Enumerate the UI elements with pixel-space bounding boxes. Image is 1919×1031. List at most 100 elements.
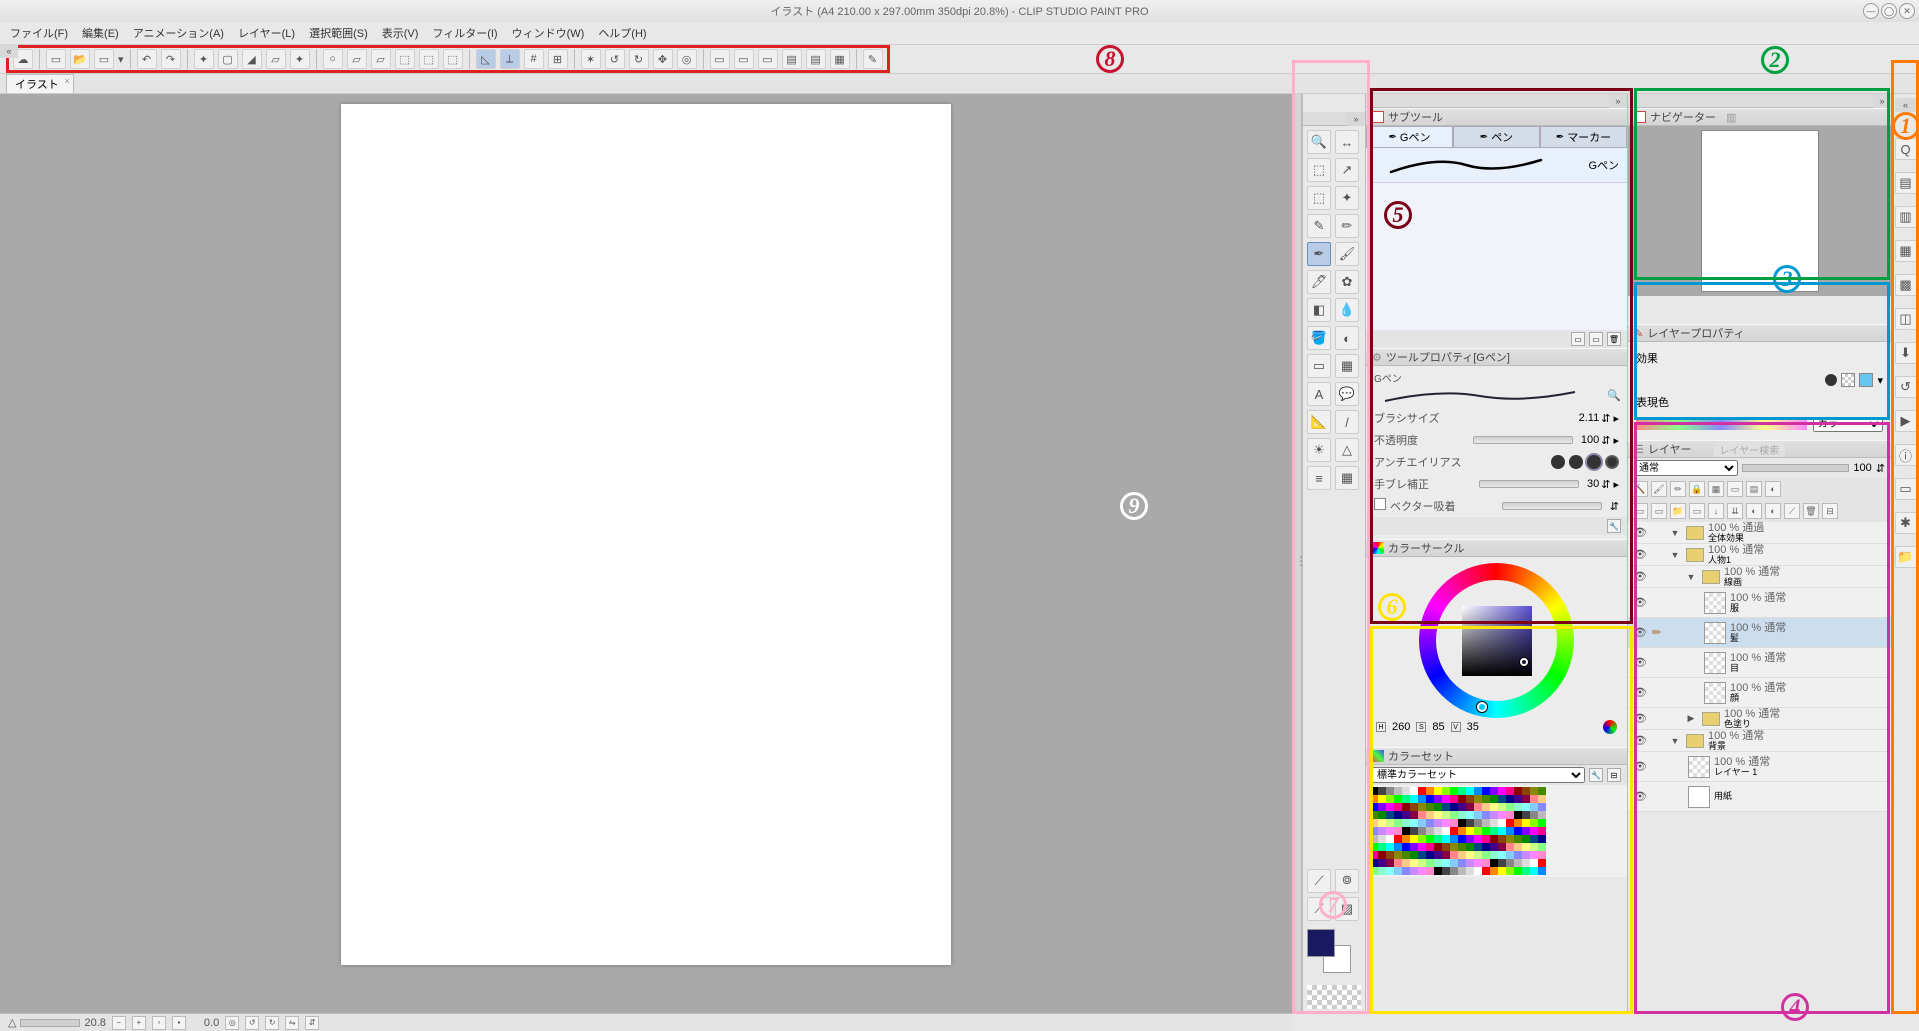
rgb-indicator-icon[interactable] <box>1603 720 1617 734</box>
snap-grid-icon[interactable]: ⊞ <box>548 49 568 69</box>
sv-box[interactable] <box>1462 606 1532 676</box>
fill-tool-icon[interactable]: 🪣 <box>1307 326 1331 350</box>
new-folder-icon[interactable]: 📁 <box>1670 503 1686 519</box>
new-icon[interactable]: ▭ <box>46 49 66 69</box>
layer-row[interactable]: 👁▼100 % 通過全体効果 <box>1628 522 1891 544</box>
save-icon[interactable]: ▭ <box>94 49 114 69</box>
layer-row[interactable]: 👁用紙 <box>1628 782 1891 812</box>
border-effect-icon[interactable] <box>1825 374 1837 386</box>
color-set-wrench-icon[interactable]: 🔧 <box>1589 768 1603 782</box>
menu-file[interactable]: ファイル(F) <box>10 25 68 41</box>
move-layer-tool-icon[interactable]: ↗ <box>1335 158 1359 182</box>
lt-pencil-icon[interactable]: ✏ <box>1670 481 1686 497</box>
menu-window[interactable]: ウィンドウ(W) <box>512 25 585 41</box>
subtool-preview[interactable]: Gペン <box>1366 148 1627 182</box>
tone-effect-icon[interactable] <box>1841 373 1855 387</box>
move-tool-icon[interactable]: ↔ <box>1335 130 1359 154</box>
material-dl-icon[interactable]: ⬇ <box>1895 342 1917 364</box>
marquee-tool-icon[interactable]: ⬚ <box>1307 186 1331 210</box>
layer-row[interactable]: 👁▼100 % 通常背景 <box>1628 730 1891 752</box>
maximize-icon[interactable]: ◯ <box>1881 3 1897 19</box>
opacity-row[interactable]: 不透明度100 ⇵ ▸ <box>1366 429 1627 451</box>
subtool-tab-marker[interactable]: ✒ マーカー <box>1540 126 1627 148</box>
tool-property-header[interactable]: ⚙ツールプロパティ[Gペン] <box>1366 348 1627 366</box>
show-border-icon[interactable]: ⬚ <box>395 49 415 69</box>
document-tab[interactable]: イラスト × <box>6 74 74 93</box>
brush-size-row[interactable]: ブラシサイズ2.11 ⇵ ▸ <box>1366 407 1627 429</box>
canvas-area[interactable]: 9 <box>0 94 1292 1013</box>
expand-icon[interactable]: ⬚ <box>443 49 463 69</box>
fold-toggle-icon[interactable]: ▼ <box>1668 528 1682 538</box>
merge-icon[interactable]: ⇊ <box>1727 503 1743 519</box>
collapse-icon[interactable]: » <box>1873 94 1891 108</box>
layer-row[interactable]: 👁100 % 通常顔 <box>1628 678 1891 708</box>
layer-color-icon[interactable] <box>1859 373 1873 387</box>
frame-tool-icon[interactable]: ▦ <box>1335 354 1359 378</box>
color-set-menu-icon[interactable]: ⊟ <box>1607 768 1621 782</box>
screentone-icon[interactable]: ▦ <box>830 49 850 69</box>
visibility-icon[interactable]: 👁 <box>1628 734 1652 747</box>
folder-icon[interactable]: 📁 <box>1895 546 1917 568</box>
line-tool-icon[interactable]: / <box>1335 410 1359 434</box>
color-set-preset[interactable]: 標準カラーセット <box>1372 767 1585 783</box>
layer-row[interactable]: 👁▼100 % 通常人物1 <box>1628 544 1891 566</box>
menu-view[interactable]: 表示(V) <box>382 25 419 41</box>
deselect-icon[interactable]: ▱ <box>347 49 367 69</box>
two-pane-icon[interactable]: ⊟ <box>1822 503 1838 519</box>
item-bank-icon[interactable]: ▭ <box>1895 478 1917 500</box>
visibility-icon[interactable]: 👁 <box>1628 570 1652 583</box>
select-all-icon[interactable]: ○ <box>323 49 343 69</box>
layer-search-tab[interactable]: レイヤー検索 <box>1714 442 1786 457</box>
layer-row[interactable]: 👁100 % 通常目 <box>1628 648 1891 678</box>
subtool-tab-pen[interactable]: ✒ ペン <box>1453 126 1540 148</box>
layer-list[interactable]: 👁▼100 % 通過全体効果👁▼100 % 通常人物1👁▼100 % 通常線画👁… <box>1628 522 1891 812</box>
subtool-header[interactable]: サブツール <box>1366 108 1627 126</box>
pen-tool-icon[interactable]: ✒ <box>1307 242 1331 266</box>
rotate-r-icon[interactable]: ↻ <box>265 1016 279 1030</box>
move-icon[interactable]: ✥ <box>653 49 673 69</box>
visibility-icon[interactable]: 👁 <box>1628 526 1652 539</box>
transfer-icon[interactable]: ↓ <box>1708 503 1724 519</box>
vector-snap-row[interactable]: ベクター吸着⇵ <box>1366 495 1627 517</box>
navigator-header[interactable]: ナビゲーター▥ <box>1628 108 1891 126</box>
shrink-icon[interactable]: ⬚ <box>419 49 439 69</box>
lt-clip-icon[interactable]: ▦ <box>1708 481 1724 497</box>
lt-hammer-icon[interactable]: 🔨 <box>1632 481 1648 497</box>
visibility-icon[interactable]: 👁 <box>1628 712 1652 725</box>
flip-h-icon[interactable]: ⇋ <box>285 1016 299 1030</box>
layer-row[interactable]: 👁▶100 % 通常色塗り <box>1628 708 1891 730</box>
rotate-left-icon[interactable]: ↺ <box>605 49 625 69</box>
correct-line-tool-icon[interactable]: ≡ <box>1307 466 1331 490</box>
pencil-tool-icon[interactable]: ✏ <box>1335 214 1359 238</box>
expand-left-icon[interactable]: « <box>0 44 18 58</box>
mask-icon[interactable]: ◐ <box>1746 503 1762 519</box>
material-color-icon[interactable]: ▥ <box>1895 206 1917 228</box>
color-mode-select[interactable]: カラー <box>1813 417 1883 432</box>
layer-property-header[interactable]: ✎レイヤープロパティ <box>1628 324 1891 342</box>
color-set-header[interactable]: カラーセット <box>1366 747 1627 765</box>
minimize-icon[interactable]: — <box>1863 3 1879 19</box>
rotate-l-icon[interactable]: ↺ <box>245 1016 259 1030</box>
subtool-tab-gpen[interactable]: ✒ Gペン <box>1366 126 1453 148</box>
fold-toggle-icon[interactable]: ▶ <box>1684 713 1698 724</box>
new-raster-icon[interactable]: ▭ <box>1632 503 1648 519</box>
fill-icon[interactable]: ◢ <box>242 49 262 69</box>
new-frame-icon[interactable]: ▭ <box>1689 503 1705 519</box>
rotate-right-icon[interactable]: ↻ <box>629 49 649 69</box>
menu-edit[interactable]: 編集(E) <box>82 25 119 41</box>
operation-tool-icon[interactable]: ⬚ <box>1307 158 1331 182</box>
actual-icon[interactable]: ▪ <box>172 1016 186 1030</box>
eyedropper-tool-icon[interactable]: ✎ <box>1307 214 1331 238</box>
menu-filter[interactable]: フィルター(I) <box>432 25 497 41</box>
layer-panel-header[interactable]: ☰レイヤーレイヤー検索 <box>1628 440 1891 458</box>
foreground-color[interactable] <box>1307 929 1335 957</box>
apply-mask-icon[interactable]: ◐ <box>1765 503 1781 519</box>
color-circle-header[interactable]: カラーサークル <box>1366 539 1627 557</box>
line-width-tool-icon[interactable]: ⟋ <box>1307 869 1331 893</box>
visibility-icon[interactable]: 👁 <box>1628 656 1652 669</box>
zoom-tool-icon[interactable]: 🔍 <box>1307 130 1331 154</box>
lt-draft-icon[interactable]: ▤ <box>1746 481 1762 497</box>
hue-ring[interactable] <box>1419 563 1574 718</box>
antialias-row[interactable]: アンチエイリアス <box>1366 451 1627 473</box>
snap-special-icon[interactable]: # <box>524 49 544 69</box>
